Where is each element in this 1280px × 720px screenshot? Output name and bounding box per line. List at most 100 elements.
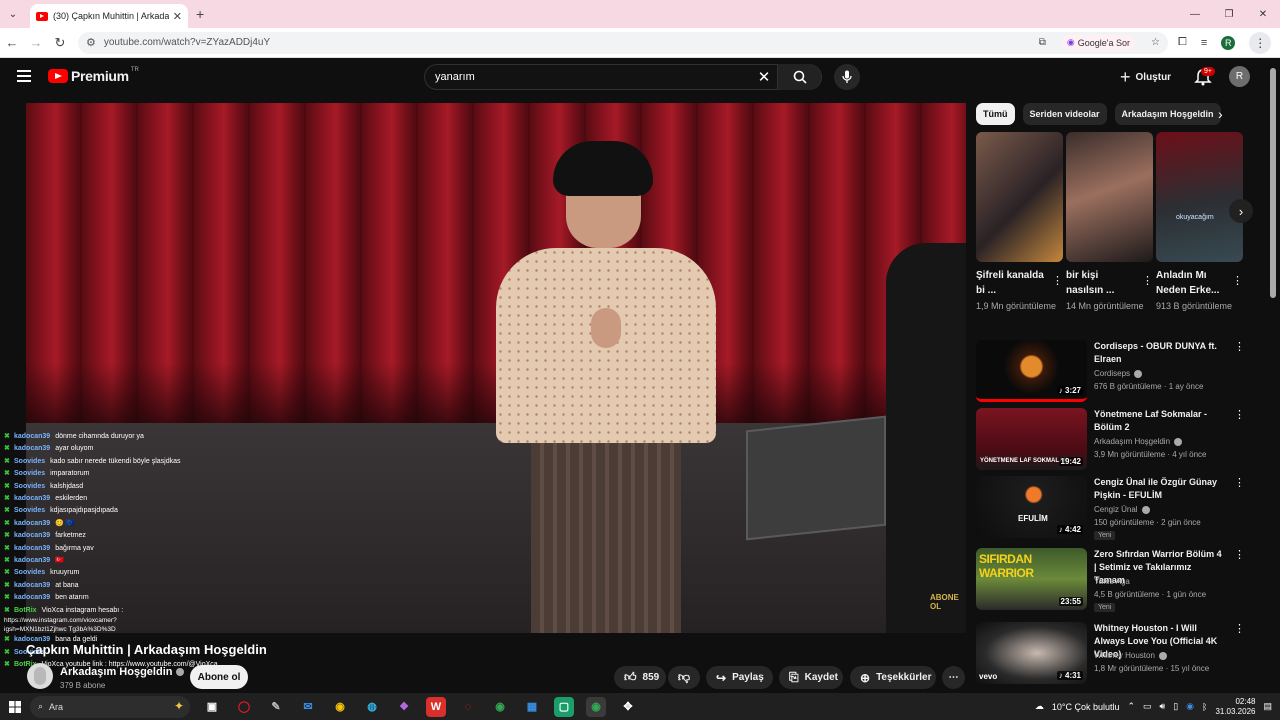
account-avatar[interactable]: R <box>1229 66 1250 87</box>
tab-list-button[interactable]: ⌄ <box>0 0 26 28</box>
restore-button[interactable]: ❐ <box>1212 0 1246 28</box>
search-button[interactable] <box>777 64 821 90</box>
browser-tab[interactable]: (30) Çapkın Muhittin | Arkadaşım ✕ <box>30 4 188 28</box>
shorts-next-button[interactable]: › <box>1229 199 1253 223</box>
save-label: Kaydet <box>804 672 838 683</box>
video-more-icon[interactable]: ⋮ <box>1234 622 1245 635</box>
video-item[interactable]: ♪ 3:27 Cordiseps - OBUR DUNYA ft. Elraen… <box>976 340 1256 404</box>
url-field[interactable]: ⚙ youtube.com/watch?v=ZYazADDj4uY ⧉ ◉ Goo… <box>78 31 1168 54</box>
channel-watermark[interactable]: ABONE OL <box>930 593 960 611</box>
site-info-icon[interactable]: ⚙ <box>86 36 96 49</box>
chrome-active-icon[interactable]: ◉ <box>586 696 606 717</box>
chrome-icon[interactable]: ◉ <box>330 697 350 717</box>
menu-icon[interactable] <box>17 70 31 82</box>
video-item[interactable]: vevo ♪ 4:31 Whitney Houston - I Will Alw… <box>976 622 1256 686</box>
install-app-icon[interactable]: ⧉ <box>1039 37 1046 48</box>
voice-search-button[interactable] <box>834 64 860 90</box>
new-badge: Yeni <box>1094 603 1116 612</box>
search-input[interactable]: yanarım <box>425 71 751 83</box>
close-window-button[interactable]: ✕ <box>1246 0 1280 28</box>
chat-badge-icon: ✖ <box>4 532 10 540</box>
like-button[interactable]: 👍︎ 859 <box>614 666 666 689</box>
chat-message: ✖ kadocan39 ben atarım <box>0 592 300 604</box>
opera-gx-icon[interactable]: ◌ <box>458 697 478 717</box>
bookmark-star-icon[interactable]: ☆ <box>1151 37 1160 48</box>
copilot-icon[interactable]: ❖ <box>394 697 414 717</box>
back-button[interactable]: ← <box>0 28 24 58</box>
short-item[interactable]: bir kişi nasılsın ... 14 Mn görüntüleme … <box>1066 132 1153 314</box>
video-more-icon[interactable]: ⋮ <box>1234 408 1245 421</box>
reload-button[interactable]: ↻ <box>48 28 72 58</box>
subscribe-button[interactable]: Abone ol <box>190 665 248 689</box>
thumb-overlay-text: EFULİM <box>1018 514 1048 523</box>
chat-text: kdjasıpajdıpasjdıpada <box>50 507 118 515</box>
battery-icon[interactable]: ▯ <box>1173 701 1178 712</box>
video-more-icon[interactable]: ⋮ <box>1234 548 1245 561</box>
wps-icon[interactable]: W <box>426 696 446 717</box>
share-button[interactable]: ↪ Paylaş <box>706 666 773 689</box>
video-channel: Arkadaşım Hoşgeldin <box>1094 437 1183 446</box>
short-more-icon[interactable]: ⋮ <box>1052 274 1063 287</box>
profile-avatar[interactable]: R <box>1221 35 1236 50</box>
weather-text[interactable]: 10°C Çok bulutlu <box>1052 702 1120 712</box>
youtube-header: Premium TR yanarım ✕ + Oluştur 9+ R <box>0 58 1280 98</box>
channel-avatar[interactable] <box>27 663 53 689</box>
mail-icon[interactable]: ✉ <box>298 697 318 717</box>
browser-menu-icon[interactable]: ⋮ <box>1249 31 1272 54</box>
chat-link[interactable]: https://www.instagram.com/vioxcamer?igsh… <box>0 617 160 634</box>
page-scrollbar[interactable] <box>1270 68 1276 298</box>
chip-all[interactable]: Tümü <box>976 103 1015 125</box>
taskbar-search[interactable]: ⌕ Ara ✦ <box>30 695 190 718</box>
video-channel: Yafes Aga <box>1094 577 1130 586</box>
notification-center-icon[interactable]: ▤ <box>1263 701 1272 712</box>
close-tab-icon[interactable]: ✕ <box>173 10 182 23</box>
volume-icon[interactable]: 🔊︎ <box>1160 701 1166 712</box>
opera-icon[interactable]: ◯ <box>234 697 254 717</box>
chat-badge-icon: ✖ <box>4 581 10 589</box>
video-more-icon[interactable]: ⋮ <box>1234 476 1245 489</box>
chat-badge-icon: ✖ <box>4 557 10 565</box>
minimize-button[interactable]: — <box>1178 0 1212 28</box>
chips-next-icon[interactable]: › <box>1218 106 1223 122</box>
extensions-icon[interactable]: ⧠ <box>1178 36 1187 49</box>
chrome-profile-icon[interactable]: ◉ <box>490 697 510 717</box>
app-misc-icon[interactable]: ✥ <box>618 697 638 717</box>
short-thumbnail <box>1066 132 1153 262</box>
youtube-logo[interactable]: Premium TR <box>48 67 139 84</box>
save-button[interactable]: ⎘ Kaydet <box>779 666 843 689</box>
create-button[interactable]: + Oluştur <box>1120 67 1171 87</box>
dislike-button[interactable]: 👎︎ <box>668 666 700 689</box>
forward-button[interactable]: → <box>24 28 48 58</box>
app-icon[interactable]: ✎ <box>266 697 286 717</box>
clear-search-icon[interactable]: ✕ <box>751 68 777 86</box>
video-item[interactable]: YÖNETMENE LAF SOKMALAR 19:42 Yönetmene L… <box>976 408 1256 472</box>
video-item[interactable]: SIFIRDAN WARRIOR 23:55 Zero Sıfırdan War… <box>976 548 1256 612</box>
tray-chevron-icon[interactable]: ⌃ <box>1127 701 1135 712</box>
task-view-icon[interactable]: ▣ <box>202 697 222 717</box>
edge-icon[interactable]: ◍ <box>362 697 382 717</box>
short-more-icon[interactable]: ⋮ <box>1232 274 1243 287</box>
chat-text: VioXca instagram hesabı : <box>41 606 124 614</box>
media-controls-icon[interactable]: ≡ <box>1201 37 1207 49</box>
chat-badge-icon: ✖ <box>4 457 10 465</box>
start-button[interactable] <box>0 700 30 713</box>
chip-series[interactable]: Seriden videolar <box>1022 103 1107 125</box>
clock[interactable]: 02:48 31.03.2026 <box>1215 697 1255 717</box>
channel-name[interactable]: Arkadaşım Hoşgeldin <box>60 666 185 678</box>
short-more-icon[interactable]: ⋮ <box>1142 274 1153 287</box>
short-item[interactable]: okuyacağım Anladın Mı Neden Erke... 913 … <box>1156 132 1243 314</box>
network-icon[interactable]: ▭ <box>1143 701 1152 712</box>
video-more-icon[interactable]: ⋮ <box>1234 340 1245 353</box>
store-icon[interactable]: ▦ <box>522 697 542 717</box>
app-green-icon[interactable]: ▢ <box>554 696 574 717</box>
more-actions-button[interactable]: ⋯ <box>942 666 965 689</box>
thanks-button[interactable]: ⊕ Teşekkürler <box>850 666 936 689</box>
chip-channel[interactable]: Arkadaşım Hoşgeldin <box>1114 103 1221 125</box>
new-tab-button[interactable]: + <box>196 6 204 22</box>
onedrive-icon[interactable]: ◉ <box>1186 701 1194 712</box>
taskbar-apps: ▣ ◯ ✎ ✉ ◉ ◍ ❖ W ◌ ◉ ▦ ▢ ◉ ✥ <box>202 696 638 717</box>
google-sor-button[interactable]: ◉ Google'a Sor <box>1061 35 1136 50</box>
short-item[interactable]: Şifreli kanalda bi ... 1,9 Mn görüntülem… <box>976 132 1063 314</box>
video-item[interactable]: EFULİM ♪ 4:42 Cengiz Ünal ile Özgür Güna… <box>976 476 1256 540</box>
bluetooth-icon[interactable]: ᛒ <box>1202 702 1207 712</box>
